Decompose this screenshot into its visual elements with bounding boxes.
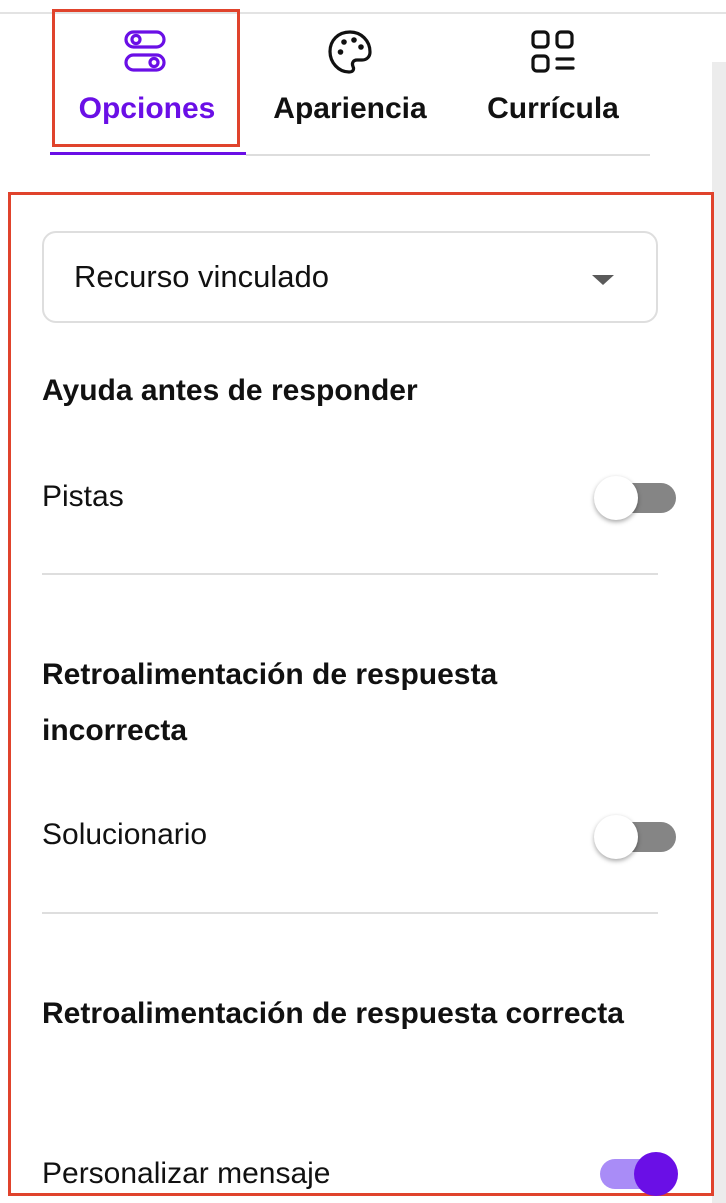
custom-message-toggle[interactable] (594, 1151, 678, 1197)
scrollbar-track[interactable] (712, 62, 726, 1203)
palette-icon (328, 30, 372, 74)
section-heading-help: Ayuda antes de responder (42, 374, 418, 407)
linked-resource-value: Recurso vinculado (74, 259, 330, 294)
tab-highlight-box (52, 9, 240, 147)
section-heading-correct-feedback: Retroalimentación de respuesta correcta (42, 997, 624, 1030)
grid-list-icon (531, 30, 575, 73)
linked-resource-select[interactable]: Recurso vinculado (42, 231, 658, 323)
hints-toggle[interactable] (594, 475, 678, 521)
tab-curricula-label: Currícula (487, 92, 619, 125)
custom-message-label: Personalizar mensaje (42, 1157, 331, 1190)
section-heading-incorrect-feedback: Retroalimentación de respuesta incorrect… (42, 658, 498, 747)
tab-curricula[interactable]: Currícula (470, 14, 636, 144)
tab-appearance-label: Apariencia (273, 92, 427, 125)
divider (42, 912, 658, 914)
hints-toggle-knob (594, 476, 638, 520)
tab-appearance[interactable]: Apariencia (262, 14, 438, 144)
solutions-label: Solucionario (42, 818, 208, 851)
active-tab-indicator (50, 152, 246, 155)
divider (42, 573, 658, 575)
solutions-toggle-knob (594, 815, 638, 859)
solutions-toggle[interactable] (594, 814, 678, 860)
custom-message-toggle-knob (634, 1152, 678, 1196)
tabs-divider (246, 154, 650, 156)
chevron-down-icon (592, 275, 614, 285)
hints-label: Pistas (42, 480, 124, 513)
